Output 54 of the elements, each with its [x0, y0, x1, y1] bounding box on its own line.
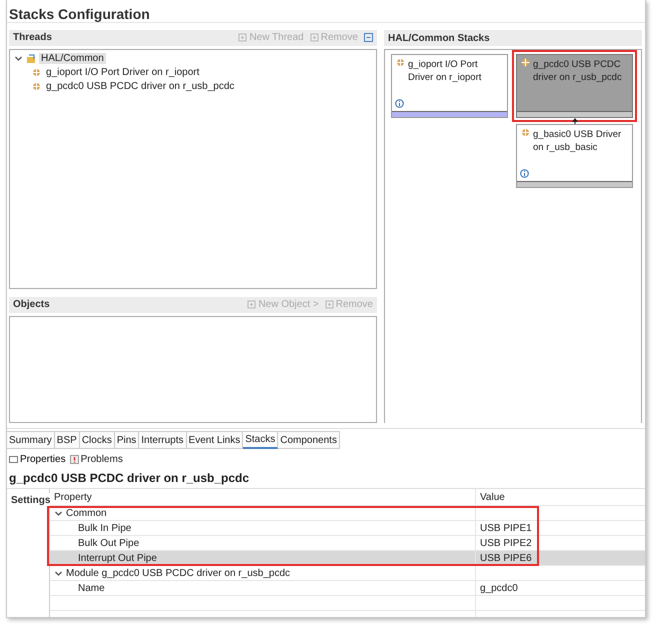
column-header: Property — [50, 489, 476, 505]
table-cell-text: USB PIPE2 — [479, 536, 533, 550]
editor-tab[interactable]: Components — [278, 431, 340, 449]
editor-tab[interactable]: Interrupts — [139, 431, 187, 449]
connector-arrow — [572, 118, 578, 124]
tree-item[interactable]: HAL/Common — [39, 53, 106, 64]
table-cell-text: g_pcdc0 — [479, 582, 519, 595]
module-card[interactable]: g_pcdc0 USB PCDC driver on r_usb_pcdc — [516, 54, 633, 118]
module-card[interactable]: g_basic0 USB Driver on r_usb_basic — [516, 124, 633, 188]
editor-tab[interactable]: Pins — [114, 431, 140, 449]
table-cell-text: USB PIPE6 — [479, 552, 533, 565]
properties-title: g_pcdc0 USB PCDC driver on r_usb_pcdc — [7, 465, 645, 489]
add-icon — [310, 33, 319, 42]
table-cell: Interrupt Out Pipe — [50, 551, 476, 565]
view-tab[interactable]: Properties — [9, 454, 66, 465]
editor-tab[interactable]: BSP — [54, 431, 80, 449]
component-icon — [32, 68, 41, 78]
page-title: Stacks Configuration — [7, 0, 645, 23]
column-header: Value — [479, 490, 506, 504]
add-icon — [247, 300, 256, 310]
table-cell: Bulk Out Pipe — [50, 536, 476, 550]
module-card[interactable]: g_ioport I/O Port Driver on r_ioport — [391, 54, 508, 118]
panel-title: Objects — [13, 299, 50, 310]
table-row[interactable]: Name g_pcdc0 — [50, 581, 645, 596]
add-icon — [238, 33, 248, 42]
module-label: g_basic0 USB Driver on r_usb_basic — [533, 128, 622, 154]
tree-item[interactable]: g_ioport I/O Port Driver on r_ioport — [44, 67, 202, 78]
editor-tab[interactable]: Stacks — [243, 431, 278, 449]
component-icon — [32, 82, 41, 92]
view-tab[interactable]: Problems — [70, 454, 123, 465]
table-cell-text: USB PIPE1 — [479, 522, 533, 535]
table-cell: Bulk In Pipe — [50, 521, 476, 535]
problems-icon — [70, 455, 79, 464]
panel-title: Threads — [13, 32, 52, 44]
editor-tab[interactable]: Clocks — [80, 431, 115, 449]
component-icon — [521, 128, 530, 137]
module-label: g_pcdc0 USB PCDC driver on r_usb_pcdc — [533, 58, 623, 84]
component-icon — [396, 58, 405, 67]
add-icon — [324, 300, 334, 310]
folder-icon — [26, 54, 36, 64]
group-label[interactable]: Common — [66, 508, 107, 518]
component-icon — [521, 58, 530, 67]
panel-title: HAL/Common Stacks — [388, 32, 490, 44]
table-row[interactable]: Bulk In Pipe USB PIPE1 — [50, 521, 645, 536]
editor-tab[interactable]: Event Links — [186, 431, 244, 449]
table-cell: Name — [50, 581, 476, 595]
collapse-icon — [364, 33, 373, 42]
properties-icon — [9, 455, 18, 464]
editor-tab[interactable]: Summary — [7, 431, 55, 449]
info-icon — [520, 169, 529, 178]
module-label: g_ioport I/O Port Driver on r_ioport — [408, 58, 482, 84]
tree-item[interactable]: g_pcdc0 USB PCDC driver on r_usb_pcdc — [44, 81, 236, 92]
info-icon — [395, 99, 404, 108]
group-label[interactable]: Module g_pcdc0 USB PCDC driver on r_usb_pcdc — [66, 568, 290, 578]
